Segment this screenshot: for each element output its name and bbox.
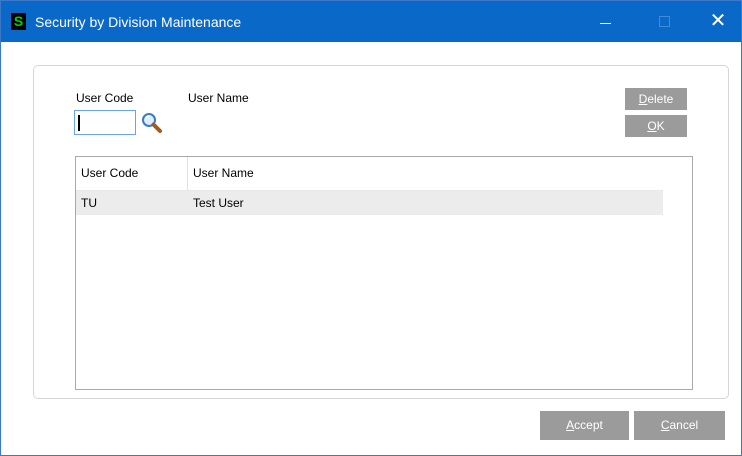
users-grid[interactable]: User Code User Name TU Test User [75, 156, 693, 390]
user-name-label: User Name [188, 91, 249, 105]
window-title: Security by Division Maintenance [35, 14, 242, 30]
column-header-user-code[interactable]: User Code [81, 157, 138, 190]
user-code-label: User Code [76, 91, 134, 105]
main-panel: User Code User Name Delete OK User Code … [33, 65, 729, 399]
table-row[interactable]: TU Test User [76, 191, 663, 215]
close-button[interactable]: ✕ [695, 1, 741, 42]
user-code-input[interactable] [74, 110, 136, 135]
text-caret [78, 115, 80, 131]
title-bar[interactable]: S Security by Division Maintenance ✕ [1, 1, 741, 42]
minimize-icon [600, 23, 611, 24]
minimize-button[interactable] [582, 1, 628, 42]
cancel-button[interactable]: Cancel [634, 411, 725, 440]
delete-button[interactable]: Delete [625, 88, 687, 110]
accept-button[interactable]: Accept [540, 411, 629, 440]
cell-user-code: TU [81, 196, 97, 210]
security-by-division-window: S Security by Division Maintenance ✕ Use… [0, 0, 742, 456]
ok-button[interactable]: OK [625, 115, 687, 137]
maximize-button [641, 1, 687, 42]
cell-user-name: Test User [193, 196, 244, 210]
app-icon: S [11, 13, 26, 30]
column-divider[interactable] [187, 157, 188, 190]
grid-header: User Code User Name [76, 157, 663, 191]
close-icon: ✕ [709, 10, 727, 32]
maximize-icon [659, 16, 670, 27]
column-header-user-name[interactable]: User Name [193, 157, 254, 190]
lookup-button[interactable] [140, 111, 164, 135]
magnifier-icon [142, 113, 162, 133]
